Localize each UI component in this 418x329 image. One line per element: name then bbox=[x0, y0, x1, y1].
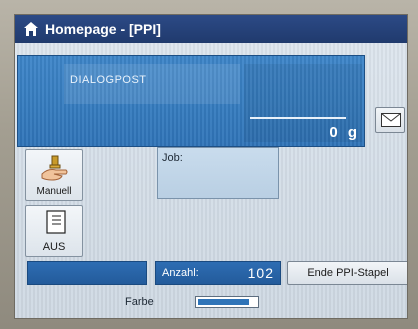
weight-value: 0 g bbox=[329, 124, 360, 141]
count-display: Anzahl: 102 bbox=[155, 261, 281, 285]
manual-button[interactable]: Manuell bbox=[25, 149, 83, 201]
status-bar bbox=[27, 261, 147, 285]
screen: Homepage - [PPI] DIALOGPOST 0 g Manuell … bbox=[14, 14, 408, 319]
weight-divider bbox=[250, 117, 346, 119]
home-icon[interactable] bbox=[23, 21, 39, 37]
job-label: Job: bbox=[162, 152, 183, 164]
mail-type-panel[interactable]: DIALOGPOST 0 g bbox=[17, 55, 365, 147]
aus-button[interactable]: AUS bbox=[25, 205, 83, 257]
aus-button-label: AUS bbox=[42, 241, 66, 253]
count-value: 102 bbox=[247, 265, 274, 281]
ink-level-bar bbox=[195, 296, 259, 308]
hand-with-scale-icon bbox=[41, 155, 68, 181]
mail-type-label: DIALOGPOST bbox=[70, 74, 147, 86]
end-ppi-batch-button[interactable]: Ende PPI-Stapel bbox=[287, 261, 407, 285]
mail-button[interactable] bbox=[375, 107, 405, 133]
job-field[interactable]: Job: bbox=[157, 147, 279, 199]
page-title: Homepage - [PPI] bbox=[45, 21, 161, 37]
envelope-icon bbox=[381, 113, 401, 127]
document-icon bbox=[46, 210, 66, 234]
title-bar: Homepage - [PPI] bbox=[15, 15, 407, 43]
ink-level-fill bbox=[198, 299, 249, 305]
manual-button-label: Manuell bbox=[36, 186, 72, 197]
ink-label: Farbe bbox=[125, 296, 154, 308]
count-label: Anzahl: bbox=[162, 267, 199, 279]
